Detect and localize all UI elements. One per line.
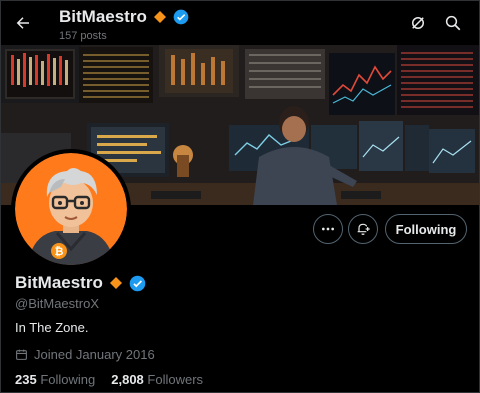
header-title: BitMaestro [59, 7, 147, 26]
followers-count: 2,808 [111, 372, 144, 387]
header-title-block: BitMaestro 157 posts [59, 7, 189, 42]
grok-icon [412, 17, 424, 29]
diamond-badge-icon [153, 11, 166, 23]
grok-button[interactable] [404, 9, 432, 37]
profile-handle: @BitMaestroX [15, 296, 99, 311]
followers-stat[interactable]: 2,808 Followers [111, 372, 203, 387]
diamond-badge-icon[interactable] [109, 276, 123, 290]
verified-badge-icon[interactable] [129, 275, 146, 292]
verified-badge-icon [173, 9, 189, 25]
calendar-icon [16, 349, 27, 360]
svg-text:₿: ₿ [55, 245, 64, 258]
avatar-image: ₿ [15, 153, 127, 265]
following-label: Following [40, 372, 96, 387]
follow-stats: 235 Following 2,808 Followers [15, 372, 203, 387]
profile-avatar[interactable]: ₿ [11, 149, 131, 269]
following-button[interactable]: Following [385, 214, 467, 244]
profile-header: BitMaestro 157 posts [1, 1, 479, 45]
display-name: BitMaestro [15, 273, 103, 292]
following-count: 235 [15, 372, 37, 387]
profile-page: BitMaestro 157 posts ₿ Following BitMaes… [0, 0, 480, 393]
profile-name-row: BitMaestro [15, 273, 146, 293]
followers-label: Followers [147, 372, 204, 387]
back-button[interactable] [9, 9, 37, 37]
search-icon [445, 15, 461, 31]
joined-text: Joined January 2016 [34, 347, 155, 362]
posts-count: 157 posts [59, 30, 107, 42]
following-stat[interactable]: 235 Following [15, 372, 95, 387]
arrow-left-icon [16, 17, 29, 29]
more-button[interactable] [313, 214, 343, 244]
notifications-button[interactable] [348, 214, 378, 244]
joined-date: Joined January 2016 [15, 347, 155, 362]
more-icon [322, 227, 334, 231]
profile-bio: In The Zone. [15, 320, 89, 335]
search-button[interactable] [439, 9, 467, 37]
bell-plus-icon [357, 223, 370, 235]
